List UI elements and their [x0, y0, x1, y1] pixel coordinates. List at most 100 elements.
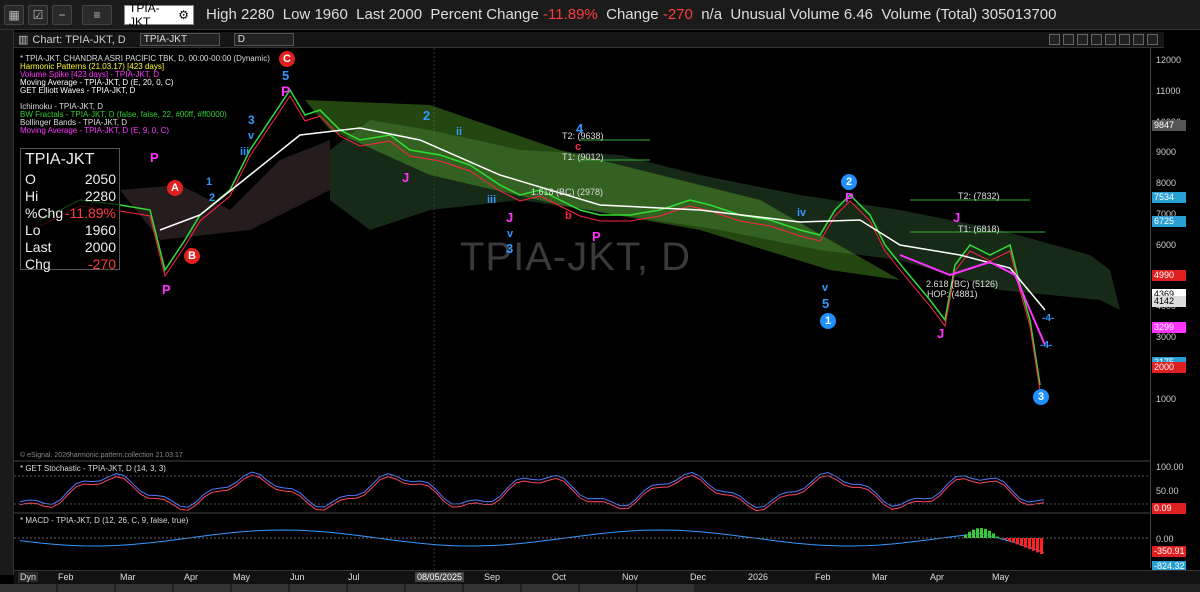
price-badge: 4142 — [1152, 296, 1186, 308]
target-t2: T2: (7832) — [958, 191, 1000, 201]
study-legend-item[interactable]: Moving Average - TPIA-JKT, D (E, 9, 0, C… — [20, 127, 270, 135]
macd-histogram-bar — [1012, 538, 1015, 543]
pattern-J: J — [953, 210, 961, 225]
data-key: %Chg — [25, 205, 64, 221]
data-window-title: TPIA-JKT — [25, 151, 95, 168]
wave-label-3: 3 — [1033, 389, 1049, 405]
tab[interactable] — [58, 584, 114, 592]
hop-label: HOP: (4881) — [927, 289, 978, 299]
macd-line — [19, 529, 1045, 553]
wave-1: 1 — [206, 176, 213, 188]
data-key: Last — [25, 239, 52, 255]
data-value: 2000 — [84, 239, 116, 255]
time-tick: Nov — [622, 572, 639, 582]
macd-histogram-bar — [1024, 538, 1027, 548]
macd-tick: 0.00 — [1156, 534, 1174, 544]
pattern-J: J — [937, 326, 945, 341]
time-tick: Apr — [930, 572, 945, 582]
time-tick: Apr — [184, 572, 199, 582]
tab[interactable] — [174, 584, 230, 592]
data-value: 2050 — [84, 171, 116, 187]
tab[interactable] — [638, 584, 694, 592]
price-tick: 8000 — [1156, 178, 1177, 189]
macd-histogram-bar — [1020, 538, 1023, 546]
wave-3: 3 — [248, 113, 255, 127]
macd-histogram-bar — [972, 529, 975, 538]
wave-5: 5 — [822, 296, 830, 311]
time-tick: 08/05/2025 — [415, 572, 465, 582]
pattern-P: P — [592, 229, 601, 244]
dyn-button[interactable]: Dyn — [18, 572, 39, 582]
data-row: Hi 2280 — [21, 188, 119, 205]
macd-histogram-bar — [980, 528, 983, 538]
wave-label-1: 1 — [820, 313, 836, 329]
pattern-P: P — [281, 83, 291, 99]
macd-histogram-bar — [1032, 538, 1035, 551]
tab[interactable] — [522, 584, 578, 592]
fib-label: 2.618 (BC) (5126) — [926, 279, 999, 289]
time-tick: Mar — [120, 572, 136, 582]
chart-watermark: TPIA-JKT, D — [460, 235, 692, 279]
time-tick: Mar — [872, 572, 888, 582]
price-badge: 2000 — [1152, 362, 1186, 373]
wave-label-B: B — [184, 248, 200, 264]
fib-label: 1.618 (BC) (2978) — [531, 187, 604, 197]
macd-histogram-bar — [1008, 538, 1011, 542]
wave-minus-4: -4- — [1040, 340, 1053, 351]
time-tick: Feb — [58, 572, 74, 582]
macd-histogram-bar — [988, 530, 991, 538]
wave-2: 2 — [423, 108, 431, 123]
macd-histogram-bar — [964, 534, 967, 538]
tab[interactable] — [290, 584, 346, 592]
macd-badge: -350.91 — [1152, 546, 1186, 557]
data-key: O — [25, 171, 36, 187]
wave-ii: ii — [456, 126, 463, 138]
tab[interactable] — [580, 584, 636, 592]
tab[interactable] — [464, 584, 520, 592]
target-t2: T2: (9638) — [562, 131, 604, 141]
price-tick: 9000 — [1156, 147, 1177, 158]
target-t1: T1: (9012) — [562, 152, 604, 162]
time-tick: Oct — [552, 572, 567, 582]
tab[interactable] — [406, 584, 462, 592]
wave-5: 5 — [282, 68, 290, 83]
macd-title: * MACD - TPIA-JKT, D (12, 26, C, 9, fals… — [20, 516, 189, 525]
macd-histogram-bar — [1036, 538, 1039, 553]
wave-iv: iv — [797, 207, 807, 219]
data-row: Chg -270 — [21, 256, 119, 273]
target-t1: T1: (6818) — [958, 224, 1000, 234]
price-tick: 6000 — [1156, 239, 1177, 250]
data-value: -11.89% — [64, 205, 116, 221]
wave-3: 3 — [506, 241, 514, 256]
price-tick: 11000 — [1156, 85, 1181, 96]
wave-v: v — [822, 282, 829, 294]
price-badge: 6725 — [1152, 216, 1186, 228]
macd-histogram-bar — [1040, 538, 1043, 554]
tab[interactable] — [116, 584, 172, 592]
pattern-J: J — [402, 170, 410, 185]
copyright-text: © eSignal. 2026harmonic.pattern.collecti… — [20, 452, 183, 459]
macd-histogram-bar — [1028, 538, 1031, 550]
wave-minus-4: -4- — [1042, 313, 1055, 324]
time-tick: Jun — [290, 572, 305, 582]
stoch-tick: 100.00 — [1156, 462, 1184, 472]
time-tick: May — [233, 572, 251, 582]
macd-histogram-bar — [1016, 538, 1019, 545]
study-legend-item[interactable]: GET Elliott Waves - TPIA-JKT, D — [20, 87, 270, 95]
wave-label-A: A — [167, 180, 183, 196]
macd-histogram-bar — [968, 531, 971, 538]
tab[interactable] — [232, 584, 288, 592]
time-tick: May — [992, 572, 1010, 582]
price-badge: 9847 — [1152, 120, 1186, 132]
tab[interactable] — [348, 584, 404, 592]
tab[interactable] — [0, 584, 56, 592]
data-key: Hi — [25, 188, 39, 204]
time-tick: Feb — [815, 572, 831, 582]
pattern-P: P — [845, 190, 854, 205]
study-legend: * TPIA-JKT, CHANDRA ASRI PACIFIC TBK, D,… — [20, 55, 270, 135]
stoch-badge: 0.09 — [1152, 503, 1186, 514]
data-row: Last 2000 — [21, 239, 119, 256]
price-tick: 1000 — [1156, 393, 1177, 404]
stochastic-k — [19, 471, 1045, 509]
wave-2: 2 — [209, 192, 216, 204]
